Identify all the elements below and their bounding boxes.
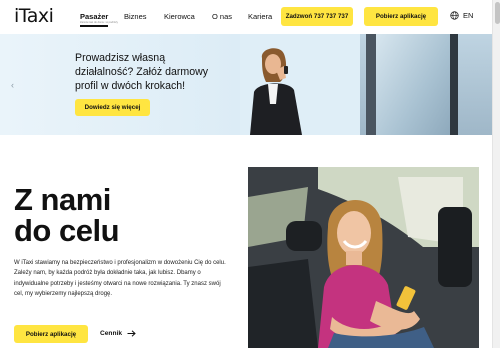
nav-active-subtitle: Zamów taxi do domu i w podróży: [80, 21, 118, 24]
intro-description: W iTaxi stawiamy na bezpieczeństwo i pro…: [14, 260, 226, 298]
arrow-right-icon: [127, 330, 136, 337]
page-title: Z nami do celu: [14, 182, 120, 248]
page-scrollbar[interactable]: [492, 0, 500, 348]
learn-more-button[interactable]: Dowiedz się więcej: [75, 99, 150, 116]
title-line-2: do celu: [14, 213, 120, 248]
nav-link-pasazer[interactable]: Pasażer: [80, 12, 108, 21]
download-app-cta-button[interactable]: Pobierz aplikację: [14, 325, 88, 343]
chevron-left-icon[interactable]: ‹: [11, 80, 14, 90]
scrollbar-thumb[interactable]: [494, 2, 500, 24]
nav-active-underline: [80, 25, 108, 27]
language-label: EN: [463, 11, 474, 20]
nav-link-biznes[interactable]: Biznes: [124, 12, 147, 21]
nav-link-kierowca[interactable]: Kierowca: [164, 12, 195, 21]
language-switcher[interactable]: EN: [450, 11, 473, 20]
download-app-button[interactable]: Pobierz aplikację: [364, 7, 438, 26]
hero-title: Prowadzisz własną działalność? Załóż dar…: [75, 52, 209, 92]
top-navigation: iTaxi Pasażer Zamów taxi do domu i w pod…: [0, 0, 492, 34]
nav-link-kariera[interactable]: Kariera: [248, 12, 272, 21]
passenger-in-car-photo: [248, 167, 479, 348]
itaxi-logo[interactable]: iTaxi: [14, 5, 54, 27]
pricing-link-label: Cennik: [100, 330, 122, 337]
hero-woman-photo: [250, 48, 302, 135]
hero-building-photo: [360, 34, 492, 135]
title-line-1: Z nami: [14, 182, 111, 217]
pricing-link[interactable]: Cennik: [100, 330, 136, 337]
call-button[interactable]: Zadzwoń 737 737 737: [281, 7, 353, 26]
nav-link-o-nas[interactable]: O nas: [212, 12, 232, 21]
hero-banner: ‹ Prowadzisz własną działalność? Załóż d…: [0, 34, 492, 135]
globe-icon: [450, 11, 459, 20]
